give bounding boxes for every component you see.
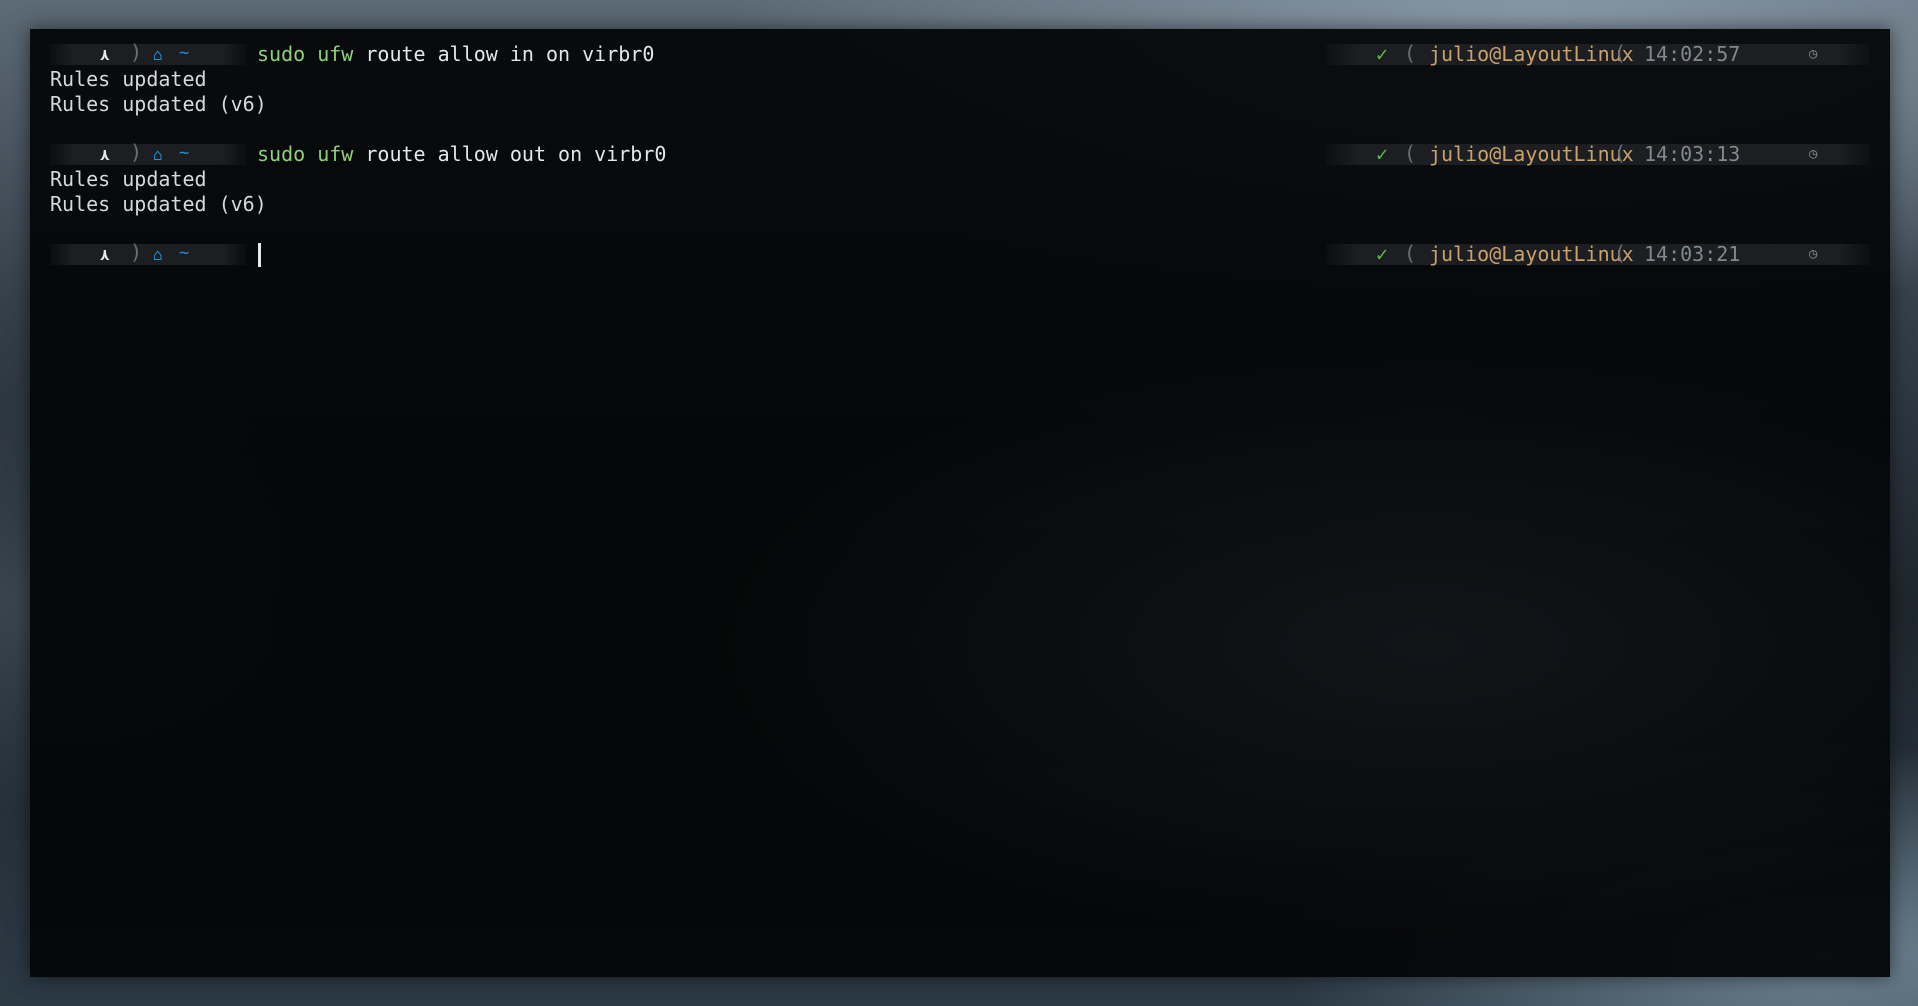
prompt-separator: ): [130, 240, 143, 264]
user-host: julio@LayoutLinux: [1429, 142, 1634, 166]
clock-icon: ◷: [1809, 246, 1818, 262]
command-name: sudo ufw: [257, 42, 354, 66]
check-icon: ✓: [1376, 142, 1389, 166]
current-directory: ~: [179, 243, 190, 263]
prompt-left-segment: ⋏ ) ⌂ ~: [50, 140, 246, 165]
text-cursor[interactable]: [258, 243, 261, 267]
prompt-time: 14:03:13: [1644, 142, 1741, 166]
arch-linux-icon: ⋏: [100, 145, 110, 164]
prompt-right-segment: ✓ ( julio@LayoutLinux ( 14:02:57 ◷: [1326, 41, 1870, 66]
prompt-time: 14:03:21: [1644, 242, 1741, 266]
prompt-separator: (: [1404, 41, 1417, 65]
check-icon: ✓: [1376, 242, 1389, 266]
command-text: sudo ufw route allow out on virbr0: [257, 142, 666, 167]
output-line: Rules updated: [50, 67, 207, 91]
current-directory: ~: [179, 43, 190, 63]
user-host: julio@LayoutLinux: [1429, 42, 1634, 66]
arch-linux-icon: ⋏: [100, 245, 110, 264]
prompt-left-segment: ⋏ ) ⌂ ~: [50, 240, 246, 265]
output-line: Rules updated (v6): [50, 92, 267, 116]
command-text: sudo ufw route allow in on virbr0: [257, 42, 654, 67]
prompt-separator: (: [1614, 241, 1627, 265]
prompt-line: ⋏ ) ⌂ ~ sudo ufw route allow out on virb…: [50, 142, 1870, 167]
prompt-separator: (: [1614, 41, 1627, 65]
prompt-separator: ): [130, 40, 143, 64]
prompt-left-segment: ⋏ ) ⌂ ~: [50, 40, 246, 65]
command-args: route allow out on virbr0: [353, 142, 667, 166]
current-directory: ~: [179, 143, 190, 163]
prompt-separator: (: [1404, 141, 1417, 165]
command-name: sudo ufw: [257, 142, 354, 166]
prompt-line: ⋏ ) ⌂ ~ sudo ufw route allow in on virbr…: [50, 42, 1870, 67]
terminal-output-area[interactable]: ⋏ ) ⌂ ~ sudo ufw route allow in on virbr…: [50, 42, 1870, 267]
terminal-window[interactable]: ⋏ ) ⌂ ~ sudo ufw route allow in on virbr…: [30, 29, 1890, 977]
prompt-separator: (: [1614, 141, 1627, 165]
user-host: julio@LayoutLinux: [1429, 242, 1634, 266]
output-line: Rules updated: [50, 167, 207, 191]
prompt-separator: ): [130, 140, 143, 164]
prompt-separator: (: [1404, 241, 1417, 265]
clock-icon: ◷: [1809, 146, 1818, 162]
home-icon: ⌂: [153, 245, 163, 264]
home-icon: ⌂: [153, 45, 163, 64]
check-icon: ✓: [1376, 42, 1389, 66]
prompt-right-segment: ✓ ( julio@LayoutLinux ( 14:03:21 ◷: [1326, 241, 1870, 266]
clock-icon: ◷: [1809, 46, 1818, 62]
command-args: route allow in on virbr0: [353, 42, 655, 66]
arch-linux-icon: ⋏: [100, 45, 110, 64]
home-icon: ⌂: [153, 145, 163, 164]
output-line: Rules updated (v6): [50, 192, 267, 216]
prompt-right-segment: ✓ ( julio@LayoutLinux ( 14:03:13 ◷: [1326, 141, 1870, 166]
active-prompt-line[interactable]: ⋏ ) ⌂ ~ ✓ ( julio@LayoutLinux ( 14:03:21…: [50, 242, 1870, 267]
prompt-time: 14:02:57: [1644, 42, 1741, 66]
